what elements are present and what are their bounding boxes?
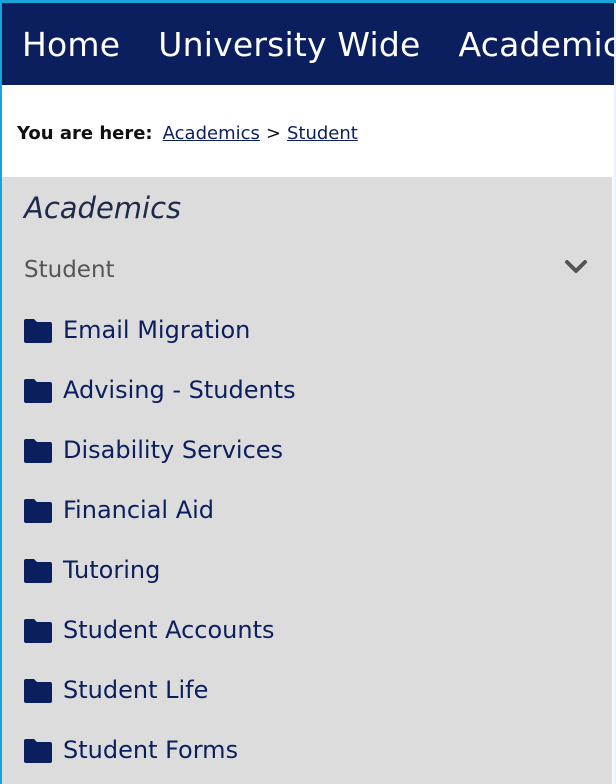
nav-home[interactable]: Home: [22, 25, 120, 64]
sidebar-item-student-accounts[interactable]: Student Accounts: [2, 602, 612, 662]
folder-icon: [24, 619, 52, 643]
chevron-down-icon[interactable]: [564, 257, 588, 277]
nav-academics[interactable]: Academics: [459, 25, 614, 64]
sidebar-item-label: Email Migration: [63, 316, 251, 344]
sidebar-item-label: Student Accounts: [63, 616, 275, 644]
breadcrumb-separator: >: [265, 123, 281, 144]
sidebar-title[interactable]: Academics: [24, 191, 181, 225]
breadcrumb-link-student[interactable]: Student: [287, 123, 358, 144]
folder-icon: [24, 379, 52, 403]
sidebar-item-label: Student Forms: [63, 736, 239, 764]
sidebar-item-label: Disability Services: [63, 436, 284, 464]
folder-icon: [24, 739, 52, 763]
page: Home University Wide Academics You are h…: [2, 3, 614, 784]
breadcrumb-label: You are here:: [17, 123, 153, 144]
sidebar-item-label: Tutoring: [63, 556, 161, 584]
nav-university-wide[interactable]: University Wide: [158, 25, 420, 64]
sidebar-item-email-migration[interactable]: Email Migration: [2, 302, 612, 362]
top-navigation: Home University Wide Academics: [2, 3, 614, 85]
sidebar-item-student-forms[interactable]: Student Forms: [2, 722, 612, 782]
sidebar-list: Email Migration Advising - Students Disa…: [2, 302, 612, 782]
sidebar-item-advising-students[interactable]: Advising - Students: [2, 362, 612, 422]
sidebar-item-financial-aid[interactable]: Financial Aid: [2, 482, 612, 542]
folder-icon: [24, 319, 52, 343]
sidebar-item-label: Advising - Students: [63, 376, 296, 404]
folder-icon: [24, 499, 52, 523]
sidebar: Academics Student Email Migration Advisi…: [2, 177, 612, 784]
sidebar-current-section[interactable]: Student: [24, 257, 115, 283]
breadcrumb-link-academics[interactable]: Academics: [163, 123, 260, 144]
sidebar-item-label: Student Life: [63, 676, 209, 704]
breadcrumb: You are here: Academics > Student: [17, 123, 358, 144]
sidebar-item-student-life[interactable]: Student Life: [2, 662, 612, 722]
sidebar-item-disability-services[interactable]: Disability Services: [2, 422, 612, 482]
sidebar-item-label: Financial Aid: [63, 496, 215, 524]
folder-icon: [24, 559, 52, 583]
sidebar-item-tutoring[interactable]: Tutoring: [2, 542, 612, 602]
folder-icon: [24, 439, 52, 463]
folder-icon: [24, 679, 52, 703]
